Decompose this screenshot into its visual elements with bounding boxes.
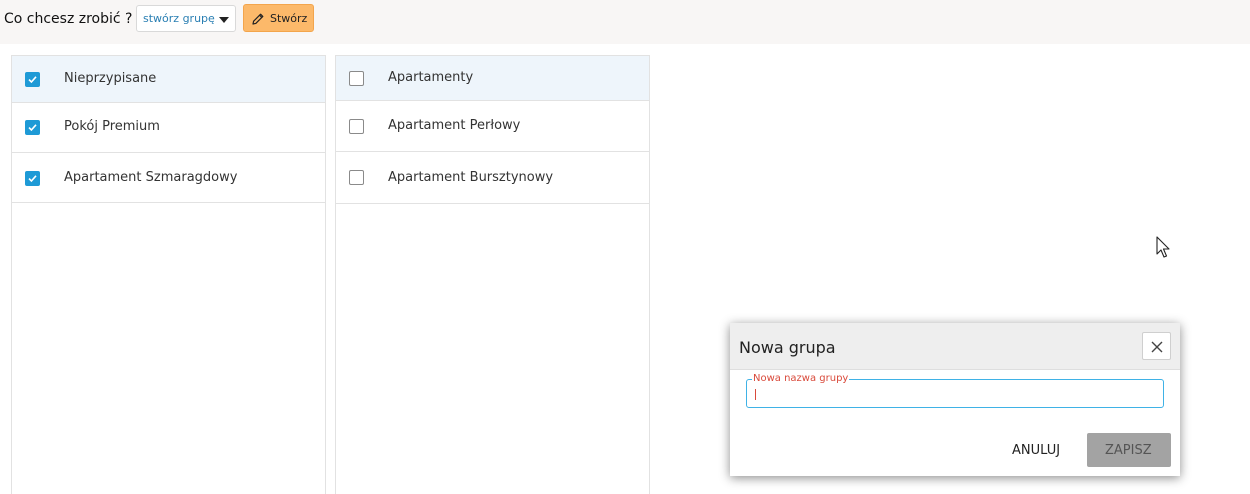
group-name-input[interactable] [757,385,1153,403]
create-button[interactable]: Stwórz [243,4,314,32]
list-item-label: Apartament Perłowy [388,118,521,133]
checkbox-empty-icon[interactable] [349,71,364,86]
list-item-label: Apartament Bursztynowy [388,170,554,185]
new-group-dialog: Nowa grupa Nowa nazwa grupy ANULUJ ZAPIS… [730,323,1180,476]
top-toolbar: Co chcesz zrobić ? stwórz grupę Stwórz [0,0,1250,44]
text-caret [755,389,756,400]
action-select[interactable]: stwórz grupę [136,5,236,32]
list-item[interactable]: Apartament Bursztynowy [336,152,649,204]
dialog-header: Nowa grupa [730,323,1180,370]
list-item[interactable]: Apartamenty [336,56,649,101]
list-item[interactable]: Nieprzypisane [12,56,325,103]
action-select-value: stwórz grupę [143,12,215,25]
list-item[interactable]: Apartament Perłowy [336,101,649,152]
close-button[interactable] [1142,332,1171,360]
mouse-pointer-icon [1156,236,1170,258]
checkbox-checked-icon[interactable] [25,72,40,87]
dialog-title: Nowa grupa [739,338,836,357]
action-question: Co chcesz zrobić ? [4,11,133,27]
group-members-panel: Apartamenty Apartament Perłowy Apartamen… [335,55,650,494]
assigned-groups-panel: Nieprzypisane Pokój Premium Apartament S… [11,55,326,494]
close-icon [1151,341,1163,353]
list-item-label: Apartamenty [388,70,474,85]
save-button[interactable]: ZAPISZ [1087,433,1171,467]
checkbox-checked-icon[interactable] [25,120,40,135]
checkbox-empty-icon[interactable] [349,119,364,134]
list-item-label: Pokój Premium [64,119,160,134]
group-name-field-label: Nowa nazwa grupy [752,373,850,385]
cancel-button-label: ANULUJ [1012,443,1061,458]
create-button-label: Stwórz [270,12,308,25]
save-button-label: ZAPISZ [1105,443,1152,458]
checkbox-empty-icon[interactable] [349,170,364,185]
list-item-label: Nieprzypisane [64,71,157,86]
checkbox-checked-icon[interactable] [25,171,40,186]
list-item[interactable]: Pokój Premium [12,103,325,153]
cancel-button[interactable]: ANULUJ [1004,434,1069,466]
list-item[interactable]: Apartament Szmaragdowy [12,153,325,203]
pencil-icon [252,13,264,25]
list-item-label: Apartament Szmaragdowy [64,170,238,185]
caret-down-icon [219,17,229,23]
